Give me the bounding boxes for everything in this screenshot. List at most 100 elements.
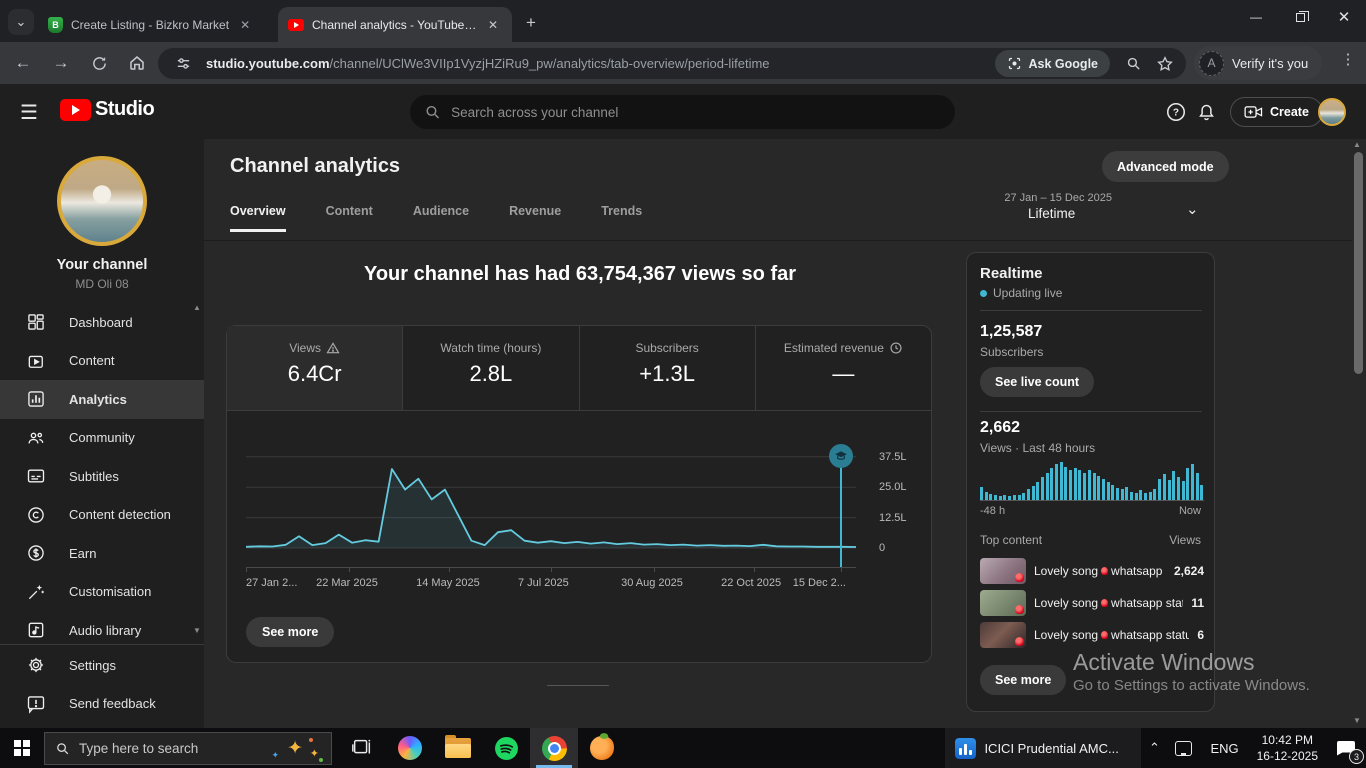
tab-revenue[interactable]: Revenue — [509, 204, 561, 232]
sidebar-item-customisation[interactable]: Customisation — [0, 573, 204, 612]
search-icon[interactable] — [1120, 51, 1146, 77]
chrome-button[interactable] — [530, 728, 578, 768]
realtime-bar — [1074, 468, 1077, 500]
tab-audience[interactable]: Audience — [413, 204, 469, 232]
fl-studio-button[interactable] — [578, 728, 626, 768]
account-avatar[interactable] — [1318, 98, 1346, 126]
sidebar-item-label: Content detection — [69, 507, 171, 522]
sidebar-item-earn[interactable]: Earn — [0, 534, 204, 573]
taskbar-window-button[interactable]: ICICI Prudential AMC... — [945, 728, 1141, 768]
restore-button[interactable] — [1278, 0, 1322, 34]
realtime-bar — [985, 492, 988, 500]
sidebar-item-content[interactable]: Content — [0, 342, 204, 381]
realtime-bar — [1008, 496, 1011, 500]
realtime-bar — [1046, 473, 1049, 500]
ask-google-button[interactable]: Ask Google — [995, 50, 1110, 77]
new-tab-button[interactable]: + — [520, 12, 542, 34]
page-scroll-down-icon[interactable]: ▼ — [1353, 716, 1361, 725]
sidebar-item-content-detection[interactable]: Content detection — [0, 496, 204, 535]
tab-trends[interactable]: Trends — [601, 204, 642, 232]
x-axis-tick — [841, 567, 842, 572]
tab-overview[interactable]: Overview — [230, 204, 286, 232]
browser-tab-analytics[interactable]: Channel analytics - YouTube Stu ✕ — [278, 7, 512, 42]
tab-content[interactable]: Content — [326, 204, 373, 232]
views-line-chart[interactable] — [246, 441, 856, 549]
help-icon[interactable]: ? — [1162, 98, 1190, 126]
browser-tab-bizkro[interactable]: B Create Listing - Bizkro Market ✕ — [38, 7, 270, 42]
copilot-button[interactable] — [386, 728, 434, 768]
file-explorer-button[interactable] — [434, 728, 482, 768]
sidebar-item-dashboard[interactable]: Dashboard — [0, 303, 204, 342]
video-thumbnail[interactable] — [980, 558, 1026, 584]
see-more-button[interactable]: See more — [246, 617, 334, 647]
sidebar-item-settings[interactable]: Settings — [0, 646, 204, 685]
sidebar-item-analytics[interactable]: Analytics — [0, 380, 204, 419]
video-thumbnail[interactable] — [980, 622, 1026, 648]
svg-text:?: ? — [1173, 108, 1179, 119]
realtime-subscribers-label: Subscribers — [980, 345, 1043, 359]
notification-count-badge: 3 — [1349, 749, 1364, 764]
studio-search-input[interactable] — [451, 105, 941, 120]
video-views: 6 — [1197, 628, 1204, 642]
page-scrollbar-thumb[interactable] — [1354, 152, 1363, 374]
y-axis-tick-label: 12.5L — [879, 512, 924, 524]
sidebar-scroll-down-icon[interactable]: ▼ — [193, 626, 201, 635]
see-live-count-button[interactable]: See live count — [980, 367, 1094, 397]
browser-menu-icon[interactable]: ⋮ — [1338, 50, 1358, 68]
back-icon[interactable]: ← — [8, 48, 38, 78]
tab-close-icon[interactable]: ✕ — [237, 17, 253, 33]
metric-card-watch-time-hours-[interactable]: Watch time (hours)2.8L — [403, 326, 579, 410]
metric-card-estimated-revenue[interactable]: Estimated revenue— — [756, 326, 931, 410]
metric-card-views[interactable]: Views6.4Cr — [227, 326, 403, 410]
sidebar-item-subtitles[interactable]: Subtitles — [0, 457, 204, 496]
warning-icon — [326, 341, 340, 355]
period-selector[interactable]: Lifetime — [1028, 206, 1075, 221]
video-title: Lovely songwhatsapp stat... — [1034, 596, 1183, 610]
notification-center-button[interactable]: 3 — [1326, 728, 1366, 768]
top-content-row[interactable]: Lovely songwhatsapp stat...11 — [980, 587, 1204, 619]
realtime-see-more-button[interactable]: See more — [980, 665, 1066, 695]
create-button[interactable]: Create — [1230, 97, 1323, 127]
page-scroll-up-icon[interactable]: ▲ — [1353, 140, 1361, 149]
studio-search-box[interactable] — [410, 95, 955, 129]
close-button[interactable]: ✕ — [1322, 0, 1366, 34]
tab-close-icon[interactable]: ✕ — [485, 17, 501, 33]
milestone-marker-icon[interactable] — [829, 444, 853, 468]
youtube-studio-logo[interactable]: Studio — [60, 98, 154, 121]
tray-device-icon[interactable] — [1175, 741, 1192, 756]
channel-avatar[interactable] — [57, 156, 147, 246]
create-label: Create — [1270, 105, 1309, 119]
realtime-bar — [1069, 470, 1072, 500]
top-content-row[interactable]: Lovely songwhatsapp statu...6 — [980, 619, 1204, 651]
sidebar-item-send-feedback[interactable]: Send feedback — [0, 685, 204, 724]
sidebar-scroll-up-icon[interactable]: ▲ — [193, 303, 201, 312]
advanced-mode-button[interactable]: Advanced mode — [1102, 151, 1229, 182]
chevron-down-icon[interactable]: ⌄ — [1186, 200, 1199, 218]
spotify-button[interactable] — [482, 728, 530, 768]
task-view-button[interactable] — [338, 728, 386, 768]
taskbar-clock[interactable]: 10:42 PM 16-12-2025 — [1249, 732, 1326, 764]
site-settings-tune-icon[interactable] — [170, 51, 196, 77]
metric-card-subscribers[interactable]: Subscribers+1.3L — [580, 326, 756, 410]
home-icon[interactable] — [122, 48, 152, 78]
profile-verify-chip[interactable]: A Verify it's you — [1194, 46, 1322, 80]
sidebar-item-community[interactable]: Community — [0, 419, 204, 458]
realtime-bar-chart[interactable] — [980, 461, 1204, 501]
notifications-bell-icon[interactable] — [1192, 98, 1220, 126]
start-button[interactable] — [0, 728, 44, 768]
tray-expand-icon[interactable]: ⌃ — [1141, 740, 1167, 756]
tab-search-chevron-icon[interactable]: ⌄ — [8, 9, 34, 35]
x-axis-tick-label: 14 May 2025 — [416, 577, 480, 589]
address-bar[interactable]: studio.youtube.com/channel/UClWe3VIIp1Vy… — [158, 48, 1186, 79]
minimize-button[interactable]: — — [1234, 0, 1278, 34]
dashboard-icon — [25, 311, 47, 333]
taskbar-search-box[interactable]: Type here to search ✦ ✦ ✦ — [44, 732, 332, 765]
top-content-row[interactable]: Lovely songwhatsapp ...2,624 — [980, 555, 1204, 587]
forward-icon[interactable]: → — [46, 48, 76, 78]
realtime-bar — [1088, 470, 1091, 500]
video-thumbnail[interactable] — [980, 590, 1026, 616]
language-indicator[interactable]: ENG — [1200, 741, 1248, 756]
hamburger-menu-icon[interactable]: ☰ — [16, 101, 42, 123]
reload-icon[interactable] — [84, 48, 114, 78]
bookmark-star-icon[interactable] — [1152, 51, 1178, 77]
